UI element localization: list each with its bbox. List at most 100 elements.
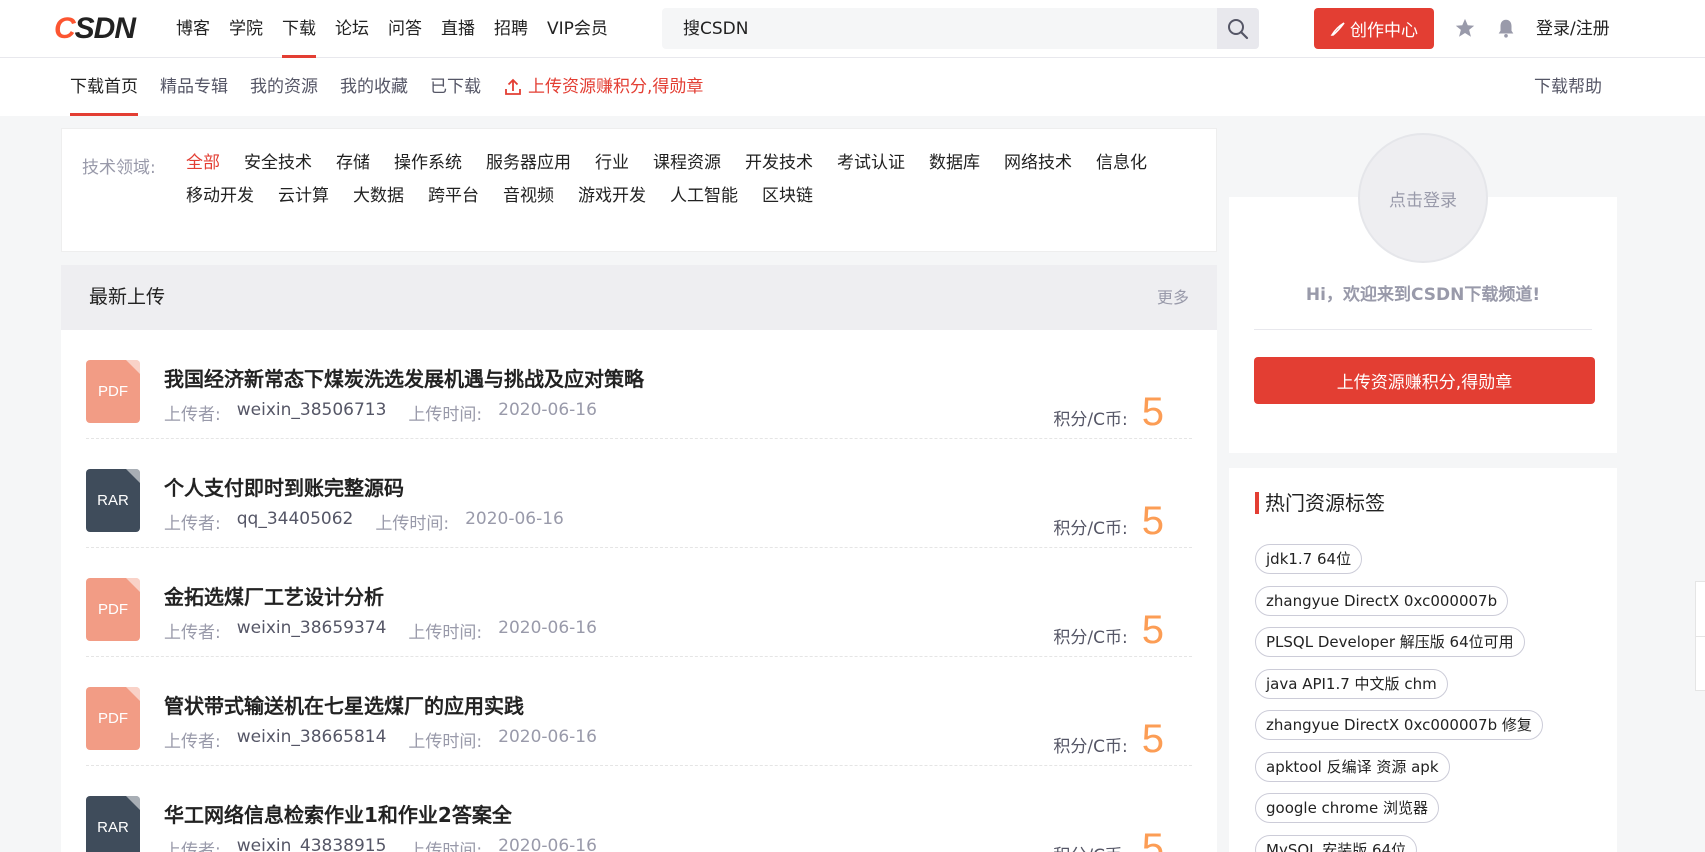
list-item[interactable]: PDF 金拓选煤厂工艺设计分析 上传者: weixin_38659374 上传时… <box>86 548 1192 657</box>
resource-meta: 上传者: weixin_43838915 上传时间: 2020-06-16 <box>164 836 597 852</box>
uploader-name[interactable]: weixin_38659374 <box>237 618 387 643</box>
subnav-downloaded[interactable]: 已下载 <box>430 58 481 116</box>
category-item[interactable]: 信息化 <box>1096 153 1147 173</box>
uploader-name[interactable]: weixin_43838915 <box>237 836 387 852</box>
tag-item[interactable]: PLSQL Developer 解压版 64位可用 <box>1255 627 1525 657</box>
rar-file-icon: RAR <box>86 469 140 532</box>
uploader-name[interactable]: weixin_38506713 <box>237 400 387 425</box>
tag-item[interactable]: apktool 反编译 资源 apk <box>1255 751 1450 782</box>
more-link[interactable]: 更多 <box>1157 265 1189 330</box>
latest-uploads-title: 最新上传 <box>89 286 166 308</box>
list-item[interactable]: RAR 个人支付即时到账完整源码 上传者: qq_34405062 上传时间: … <box>86 439 1192 548</box>
category-item[interactable]: 人工智能 <box>670 186 738 206</box>
tag-item[interactable]: MySQL 安装版 64位 <box>1255 834 1418 852</box>
points-label: 积分/C币: <box>1053 628 1128 648</box>
category-item[interactable]: 大数据 <box>353 186 404 206</box>
tag-item[interactable]: zhangyue DirectX 0xc000007b 修复 <box>1255 710 1543 740</box>
upload-date: 2020-06-16 <box>498 727 597 747</box>
category-item[interactable]: 服务器应用 <box>486 153 571 173</box>
resource-points: 积分/C币: 5 <box>1053 610 1164 650</box>
nav-academy[interactable]: 学院 <box>229 0 263 58</box>
category-item[interactable]: 课程资源 <box>653 153 721 173</box>
category-item[interactable]: 存储 <box>336 153 370 173</box>
pdf-file-icon: PDF <box>86 360 140 423</box>
upload-time-label: 上传时间: <box>408 841 483 852</box>
side-toolbar[interactable] <box>1695 581 1705 691</box>
resource-title[interactable]: 华工网络信息检索作业1和作业2答案全 <box>164 799 512 828</box>
category-item[interactable]: 行业 <box>595 153 629 173</box>
subnav-upload-link[interactable]: 上传资源赚积分,得勋章 <box>503 58 703 116</box>
hot-tags-card: 热门资源标签 jdk1.7 64位 zhangyue DirectX 0xc00… <box>1229 468 1617 852</box>
category-item[interactable]: 音视频 <box>503 186 554 206</box>
resource-title[interactable]: 管状带式输送机在七星选煤厂的应用实践 <box>164 690 524 719</box>
nav-blog[interactable]: 博客 <box>176 0 210 58</box>
category-item[interactable]: 跨平台 <box>428 186 479 206</box>
create-center-button[interactable]: 创作中心 <box>1314 8 1434 49</box>
list-item[interactable]: PDF 我国经济新常态下煤炭洗选发展机遇与挑战及应对策略 上传者: weixin… <box>86 330 1192 439</box>
category-item[interactable]: 开发技术 <box>745 153 813 173</box>
category-item[interactable]: 区块链 <box>762 186 813 206</box>
search-box <box>662 8 1259 49</box>
download-subnav: 下载首页 精品专辑 我的资源 我的收藏 已下载 上传资源赚积分,得勋章 <box>70 58 725 116</box>
tag-item[interactable]: google chrome 浏览器 <box>1255 793 1439 823</box>
tag-item[interactable]: java API1.7 中文版 chm <box>1255 668 1448 699</box>
download-help-link[interactable]: 下载帮助 <box>1534 58 1602 116</box>
subnav-download-home[interactable]: 下载首页 <box>70 58 138 116</box>
favorites-button[interactable] <box>1453 16 1477 40</box>
search-button[interactable] <box>1217 8 1259 49</box>
login-register-link[interactable]: 登录/注册 <box>1536 0 1610 58</box>
nav-jobs[interactable]: 招聘 <box>494 0 528 58</box>
category-item[interactable]: 数据库 <box>929 153 980 173</box>
notifications-button[interactable] <box>1494 16 1518 40</box>
resource-meta: 上传者: weixin_38506713 上传时间: 2020-06-16 <box>164 400 597 425</box>
points-value: 5 <box>1141 826 1164 852</box>
star-icon <box>1455 18 1475 37</box>
nav-download[interactable]: 下载 <box>282 0 316 58</box>
subnav-featured[interactable]: 精品专辑 <box>160 58 228 116</box>
csdn-logo[interactable]: CSDN <box>54 14 136 44</box>
points-label: 积分/C币: <box>1053 841 1127 852</box>
points-label: 积分/C币: <box>1053 410 1128 430</box>
list-item[interactable]: RAR 华工网络信息检索作业1和作业2答案全 上传者: weixin_43838… <box>86 766 1192 852</box>
subnav-my-favorites[interactable]: 我的收藏 <box>340 58 408 116</box>
latest-uploads-header: 最新上传 更多 <box>61 265 1217 330</box>
category-list: 全部 安全技术 存储 操作系统 服务器应用 行业 课程资源 开发技术 考试认证 … <box>186 153 1196 206</box>
nav-live[interactable]: 直播 <box>441 0 475 58</box>
nav-forum[interactable]: 论坛 <box>335 0 369 58</box>
uploader-name[interactable]: qq_34405062 <box>237 509 354 534</box>
category-item[interactable]: 云计算 <box>278 186 329 206</box>
category-item[interactable]: 考试认证 <box>837 153 905 173</box>
upload-time-label: 上传时间: <box>408 623 483 643</box>
upload-resource-button[interactable]: 上传资源赚积分,得勋章 <box>1254 357 1595 404</box>
category-item[interactable]: 网络技术 <box>1004 153 1072 173</box>
sub-header: 下载首页 精品专辑 我的资源 我的收藏 已下载 上传资源赚积分,得勋章 <box>0 58 1705 116</box>
upload-date: 2020-06-16 <box>498 400 597 420</box>
login-avatar[interactable]: 点击登录 <box>1358 133 1488 263</box>
uploader-label: 上传者: <box>164 405 221 425</box>
bell-icon <box>1498 19 1514 38</box>
tag-item[interactable]: zhangyue DirectX 0xc000007b <box>1255 585 1509 616</box>
nav-vip[interactable]: VIP会员 <box>547 0 608 58</box>
subnav-my-resources[interactable]: 我的资源 <box>250 58 318 116</box>
tag-list: jdk1.7 64位 zhangyue DirectX 0xc000007b P… <box>1255 544 1605 852</box>
category-item[interactable]: 安全技术 <box>244 153 312 173</box>
search-input[interactable] <box>662 8 1214 49</box>
category-item[interactable]: 游戏开发 <box>578 186 646 206</box>
uploader-name[interactable]: weixin_38665814 <box>237 727 387 752</box>
top-header: CSDN 博客 学院 下载 论坛 问答 直播 招聘 VIP会员 创作中心 登录/… <box>0 0 1705 58</box>
hot-tags-title: 热门资源标签 <box>1255 492 1385 514</box>
category-item[interactable]: 全部 <box>186 153 220 173</box>
resource-points: 积分/C币: 5 <box>1053 719 1164 759</box>
category-item[interactable]: 移动开发 <box>186 186 254 206</box>
resource-title[interactable]: 我国经济新常态下煤炭洗选发展机遇与挑战及应对策略 <box>164 363 644 392</box>
resource-title[interactable]: 个人支付即时到账完整源码 <box>164 472 404 501</box>
uploader-label: 上传者: <box>164 732 221 752</box>
upload-date: 2020-06-16 <box>465 509 564 529</box>
category-item[interactable]: 操作系统 <box>394 153 462 173</box>
list-item[interactable]: PDF 管状带式输送机在七星选煤厂的应用实践 上传者: weixin_38665… <box>86 657 1192 766</box>
resource-meta: 上传者: weixin_38659374 上传时间: 2020-06-16 <box>164 618 597 643</box>
nav-qa[interactable]: 问答 <box>388 0 422 58</box>
points-value: 5 <box>1141 717 1164 761</box>
resource-title[interactable]: 金拓选煤厂工艺设计分析 <box>164 581 384 610</box>
tag-item[interactable]: jdk1.7 64位 <box>1255 544 1363 574</box>
